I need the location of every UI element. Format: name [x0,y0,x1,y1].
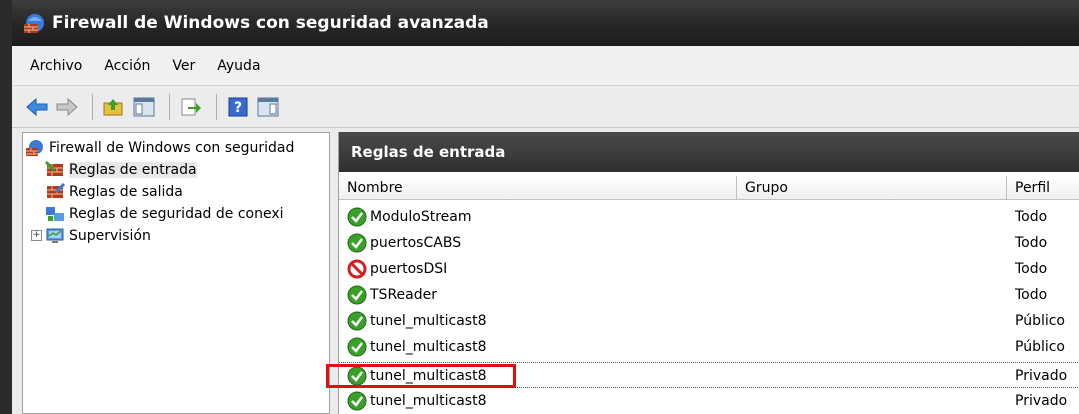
toolbar: ? [12,86,1079,128]
rule-name: tunel_multicast8 [370,339,487,355]
allow-icon [347,366,367,386]
show-tree-button[interactable] [131,94,157,120]
table-row[interactable]: puertosDSI Todo [339,256,1079,282]
menu-ver[interactable]: Ver [172,58,195,74]
up-folder-button[interactable] [101,94,127,120]
rule-name: puertosCABS [370,235,462,251]
content-area: Firewall de Windows con seguridad Reglas… [12,128,1079,414]
table-row[interactable]: ModuloStream Todo [339,204,1079,230]
svg-text:?: ? [234,100,242,116]
tree-item-reglas-seguridad[interactable]: Reglas de seguridad de conexi [45,203,284,225]
action-pane-icon [257,97,279,116]
forward-button[interactable] [54,94,80,120]
pane-title: Reglas de entrada [339,132,1079,172]
export-list-button[interactable] [178,94,204,120]
column-header-grupo[interactable]: Grupo [737,176,1007,200]
rule-profile: Todo [1015,209,1048,225]
tree-item-label: Reglas de entrada [69,162,197,178]
back-arrow-icon [26,97,48,116]
firewall-icon [26,140,43,156]
console-tree: Firewall de Windows con seguridad Reglas… [22,132,330,414]
help-icon: ? [228,97,248,116]
firewall-window: Firewall de Windows con seguridad avanza… [0,0,1079,414]
rules-pane: Reglas de entrada Nombre Grupo Perfil Mo… [338,132,1079,414]
rule-profile: Público [1015,313,1065,329]
monitoring-icon [46,228,64,243]
console-tree-icon [133,97,155,116]
rule-name: tunel_multicast8 [370,393,487,409]
toolbar-separator [92,93,93,120]
allow-icon [347,285,367,305]
block-icon [347,259,367,279]
allow-icon [347,233,367,253]
column-header-nombre[interactable]: Nombre [339,176,737,200]
supervision-expander[interactable]: + [31,230,42,241]
menu-accion[interactable]: Acción [104,58,150,74]
table-row[interactable]: tunel_multicast8 Privado [339,388,1079,414]
menu-bar: Archivo Acción Ver Ayuda [12,46,1079,86]
allow-icon [347,311,367,331]
help-button[interactable]: ? [225,94,251,120]
rule-profile: Todo [1015,261,1048,277]
rule-name: TSReader [370,287,437,303]
table-row-highlighted[interactable]: tunel_multicast8 Privado [339,362,1079,388]
rule-name: puertosDSI [370,261,448,277]
tree-item-label: Supervisión [69,228,151,244]
toolbar-separator [216,93,217,120]
allow-icon [347,337,367,357]
firewall-icon [24,14,44,33]
window-title: Firewall de Windows con seguridad avanza… [52,13,489,33]
tree-item-label: Reglas de seguridad de conexi [69,206,284,222]
rule-profile: Privado [1015,368,1068,384]
rule-profile: Todo [1015,235,1048,251]
rule-profile: Público [1015,339,1065,355]
rule-profile: Privado [1015,393,1068,409]
table-row[interactable]: TSReader Todo [339,282,1079,308]
rule-profile: Todo [1015,287,1048,303]
export-icon [181,98,201,115]
show-action-pane-button[interactable] [255,94,281,120]
folder-up-icon [103,98,123,115]
toolbar-separator [169,93,170,120]
allow-icon [347,207,367,227]
title-bar[interactable]: Firewall de Windows con seguridad avanza… [12,0,1079,46]
rule-name: tunel_multicast8 [370,368,487,384]
tree-root-label: Firewall de Windows con seguridad [49,140,295,156]
tree-item-label: Reglas de salida [69,184,183,200]
back-button[interactable] [24,94,50,120]
allow-icon [347,391,367,411]
inbound-rules-icon [45,161,63,176]
tree-root[interactable]: Firewall de Windows con seguridad [25,137,294,159]
connection-security-icon [46,207,64,221]
window-frame [0,0,12,414]
tree-item-supervision[interactable]: Supervisión [45,225,151,247]
menu-archivo[interactable]: Archivo [30,58,82,74]
rule-name: ModuloStream [370,209,472,225]
column-header-perfil[interactable]: Perfil [1007,176,1079,200]
menu-ayuda[interactable]: Ayuda [217,58,260,74]
table-row[interactable]: tunel_multicast8 Público [339,334,1079,360]
tree-item-reglas-entrada[interactable]: Reglas de entrada [45,159,197,181]
forward-arrow-icon [56,97,78,116]
table-row[interactable]: tunel_multicast8 Público [339,308,1079,334]
rule-name: tunel_multicast8 [370,313,487,329]
outbound-rules-icon [47,183,65,198]
table-row[interactable]: puertosCABS Todo [339,230,1079,256]
tree-item-reglas-salida[interactable]: Reglas de salida [45,181,183,203]
